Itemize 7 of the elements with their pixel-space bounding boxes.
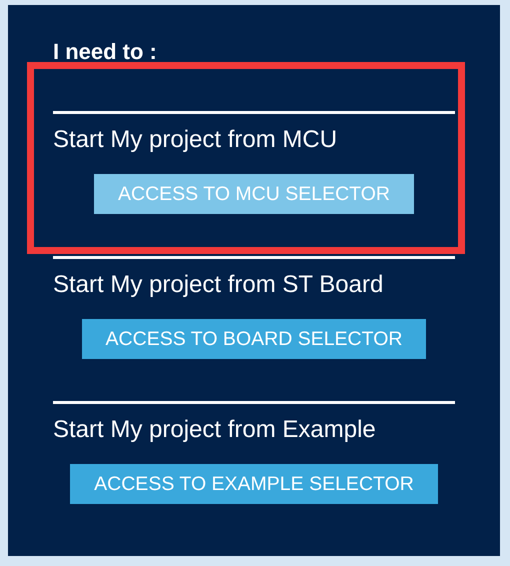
selector-button[interactable]: ACCESS TO EXAMPLE SELECTOR [70,464,438,504]
section-label: Start My project from MCU [53,127,338,153]
selector-button[interactable]: ACCESS TO MCU SELECTOR [94,174,414,214]
selector-button[interactable]: ACCESS TO BOARD SELECTOR [82,319,426,359]
panel-heading: I need to : [53,41,158,63]
section-label: Start My project from Example [53,417,377,443]
section-label: Start My project from ST Board [53,272,384,298]
